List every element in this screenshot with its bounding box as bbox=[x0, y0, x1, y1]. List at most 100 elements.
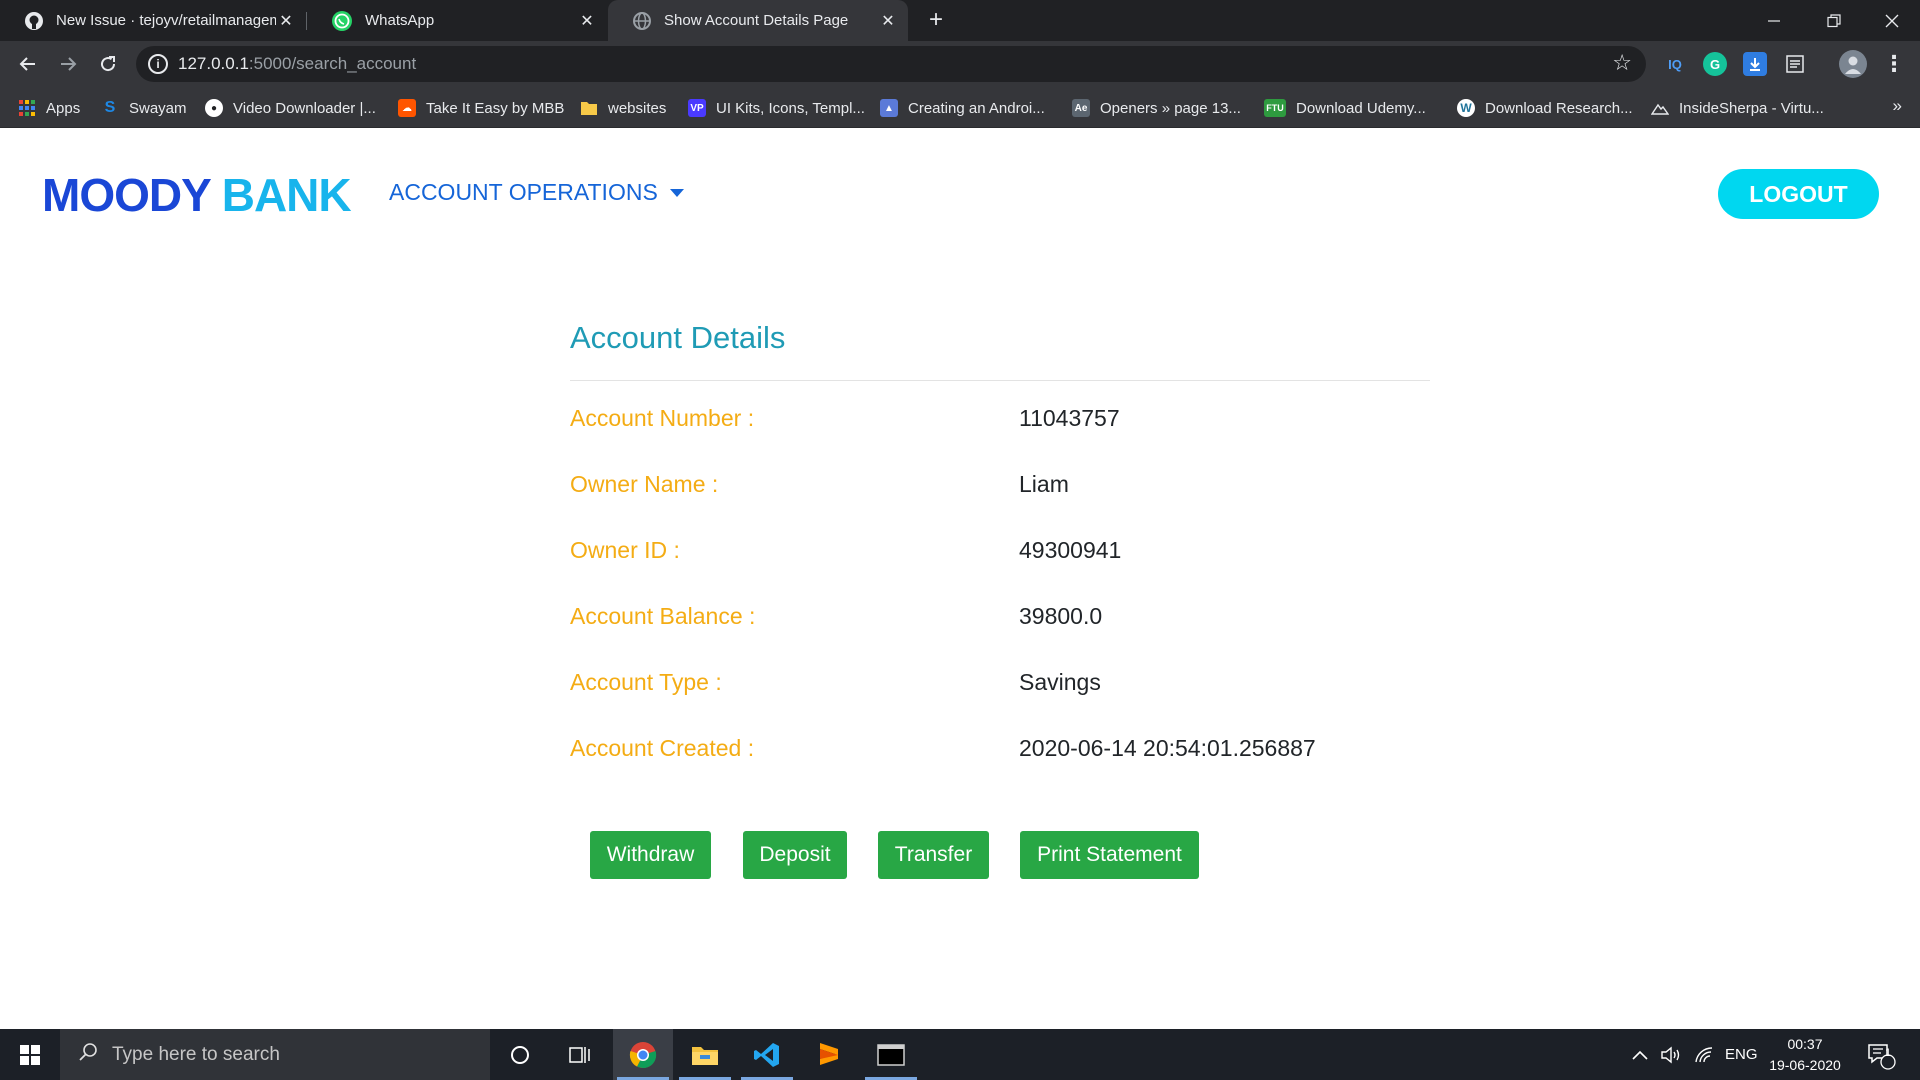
owner-name-value: Liam bbox=[1019, 471, 1069, 497]
account-number-value: 11043757 bbox=[1019, 405, 1120, 431]
minimize-icon[interactable] bbox=[1746, 0, 1802, 41]
reload-icon[interactable] bbox=[92, 48, 124, 80]
logout-button[interactable]: LOGOUT bbox=[1718, 169, 1879, 219]
bookmark-take-it-easy[interactable]: ☁ Take It Easy by MBB bbox=[398, 97, 564, 119]
restore-icon[interactable] bbox=[1806, 0, 1862, 41]
tab-github-issue[interactable]: New Issue · tejoyv/retailmanagement ✕ bbox=[0, 0, 306, 41]
transfer-button[interactable]: Transfer bbox=[878, 831, 989, 879]
bookmark-websites[interactable]: websites bbox=[580, 97, 666, 119]
bookmarks-bar: Apps S Swayam ● Video Downloader |... ☁ … bbox=[0, 87, 1920, 128]
folder-icon bbox=[580, 99, 598, 117]
bookmark-label: Apps bbox=[46, 99, 81, 117]
vp-icon: VP bbox=[688, 99, 706, 117]
caret-down-icon bbox=[669, 188, 684, 197]
sublime-text-icon[interactable] bbox=[799, 1029, 859, 1080]
new-tab-icon[interactable]: + bbox=[922, 6, 950, 34]
dropdown-label: ACCOUNT OPERATIONS bbox=[389, 179, 658, 205]
bookmark-label: Video Downloader |... bbox=[233, 99, 376, 117]
ftu-icon: FTU bbox=[1264, 99, 1286, 117]
reader-extension-icon[interactable] bbox=[1783, 52, 1807, 76]
language-indicator[interactable]: ENG bbox=[1725, 1029, 1758, 1080]
close-window-icon[interactable] bbox=[1864, 0, 1920, 41]
taskbar-search-input[interactable]: Type here to search bbox=[60, 1029, 490, 1080]
forward-arrow-icon[interactable] bbox=[52, 48, 84, 80]
close-icon[interactable]: ✕ bbox=[577, 11, 597, 31]
bookmark-download-research[interactable]: W Download Research... bbox=[1457, 97, 1633, 119]
clock-date: 19-06-2020 bbox=[1769, 1057, 1841, 1073]
close-icon[interactable]: ✕ bbox=[276, 11, 296, 31]
bookmark-openers[interactable]: Ae Openers » page 13... bbox=[1072, 97, 1241, 119]
page-content: MOODY BANK ACCOUNT OPERATIONS LOGOUT Acc… bbox=[0, 128, 1920, 1029]
tab-account-details[interactable]: Show Account Details Page ✕ bbox=[608, 0, 908, 41]
windows-start-icon[interactable] bbox=[0, 1029, 60, 1080]
globe-icon bbox=[633, 11, 651, 30]
bookmarks-overflow-icon[interactable]: » bbox=[1893, 96, 1902, 116]
deposit-button[interactable]: Deposit bbox=[743, 831, 847, 879]
account-type-label: Account Type : bbox=[570, 669, 722, 695]
address-bar[interactable]: i 127.0.0.1:5000/search_account ☆ bbox=[136, 46, 1646, 82]
kebab-menu-icon[interactable]: ⋮ bbox=[1882, 51, 1906, 76]
download-extension-icon[interactable] bbox=[1743, 52, 1767, 76]
speaker-icon[interactable] bbox=[1660, 1029, 1682, 1080]
owner-id-value: 49300941 bbox=[1019, 537, 1122, 563]
owner-id-label: Owner ID : bbox=[570, 537, 680, 563]
bookmark-creating-android[interactable]: ▲ Creating an Androi... bbox=[880, 97, 1045, 119]
bookmark-label: Swayam bbox=[129, 99, 187, 117]
account-created-label: Account Created : bbox=[570, 735, 755, 761]
search-icon bbox=[78, 1042, 98, 1068]
whatsapp-icon bbox=[332, 10, 352, 31]
bookmark-label: Creating an Androi... bbox=[908, 99, 1045, 117]
notification-count: 1 bbox=[1885, 1047, 1892, 1059]
account-type-value: Savings bbox=[1019, 669, 1101, 695]
tab-title: New Issue · tejoyv/retailmanagement bbox=[56, 12, 276, 29]
url-host: 127.0.0.1 bbox=[178, 54, 249, 73]
close-icon[interactable]: ✕ bbox=[878, 11, 898, 31]
bookmark-label: Take It Easy by MBB bbox=[426, 99, 565, 117]
grammarly-extension-icon[interactable]: G bbox=[1703, 52, 1727, 76]
chrome-taskbar-icon[interactable] bbox=[613, 1029, 673, 1080]
bookmark-label: UI Kits, Icons, Templ... bbox=[716, 99, 865, 117]
browser-toolbar: i 127.0.0.1:5000/search_account ☆ IQ G ⋮ bbox=[0, 41, 1920, 87]
swayam-icon: S bbox=[104, 99, 116, 116]
system-clock[interactable]: 00:37 19-06-2020 bbox=[1766, 1034, 1844, 1076]
file-explorer-icon[interactable] bbox=[675, 1029, 735, 1080]
bookmark-label: Openers » page 13... bbox=[1100, 99, 1241, 117]
bookmark-apps[interactable]: Apps bbox=[18, 97, 80, 119]
task-view-icon[interactable] bbox=[550, 1029, 610, 1080]
account-balance-label: Account Balance : bbox=[570, 603, 756, 629]
clock-time: 00:37 bbox=[1787, 1036, 1823, 1052]
bookmark-label: websites bbox=[608, 99, 667, 117]
url-text: 127.0.0.1:5000/search_account bbox=[178, 54, 416, 74]
profile-avatar-icon[interactable] bbox=[1839, 50, 1867, 78]
info-icon[interactable]: i bbox=[148, 54, 168, 74]
terminal-icon[interactable] bbox=[861, 1029, 921, 1080]
bookmark-insidesherpa[interactable]: InsideSherpa - Virtu... bbox=[1651, 97, 1824, 119]
bookmark-video-downloader[interactable]: ● Video Downloader |... bbox=[205, 97, 376, 119]
print-statement-button[interactable]: Print Statement bbox=[1020, 831, 1199, 879]
withdraw-button[interactable]: Withdraw bbox=[590, 831, 711, 879]
paw-icon: ● bbox=[205, 99, 223, 117]
bookmark-ui-kits[interactable]: VP UI Kits, Icons, Templ... bbox=[688, 97, 865, 119]
iq-extension-icon[interactable]: IQ bbox=[1663, 52, 1687, 76]
github-icon bbox=[25, 11, 43, 30]
brand-part-2: BANK bbox=[221, 169, 352, 221]
tab-whatsapp[interactable]: WhatsApp ✕ bbox=[307, 0, 607, 41]
back-arrow-icon[interactable] bbox=[12, 48, 44, 80]
vscode-icon[interactable] bbox=[737, 1029, 797, 1080]
search-placeholder: Type here to search bbox=[112, 1043, 280, 1065]
account-operations-dropdown[interactable]: ACCOUNT OPERATIONS bbox=[389, 179, 684, 206]
soundcloud-icon: ☁ bbox=[398, 99, 416, 117]
account-number-label: Account Number : bbox=[570, 405, 755, 431]
browser-tab-bar: New Issue · tejoyv/retailmanagement ✕ Wh… bbox=[0, 0, 1920, 41]
brand-logo[interactable]: MOODY BANK bbox=[42, 168, 352, 222]
notification-center-icon[interactable]: 1 bbox=[1866, 1029, 1896, 1080]
bookmark-download-udemy[interactable]: FTU Download Udemy... bbox=[1264, 97, 1426, 119]
account-balance-value: 39800.0 bbox=[1019, 603, 1103, 629]
title-divider bbox=[570, 380, 1430, 381]
wifi-icon[interactable] bbox=[1694, 1029, 1714, 1080]
bookmark-swayam[interactable]: S Swayam bbox=[101, 97, 187, 119]
bookmark-star-icon[interactable]: ☆ bbox=[1612, 50, 1632, 76]
wordpress-icon: W bbox=[1457, 99, 1475, 117]
chevron-up-icon[interactable] bbox=[1632, 1029, 1648, 1080]
cortana-icon[interactable] bbox=[490, 1029, 550, 1080]
